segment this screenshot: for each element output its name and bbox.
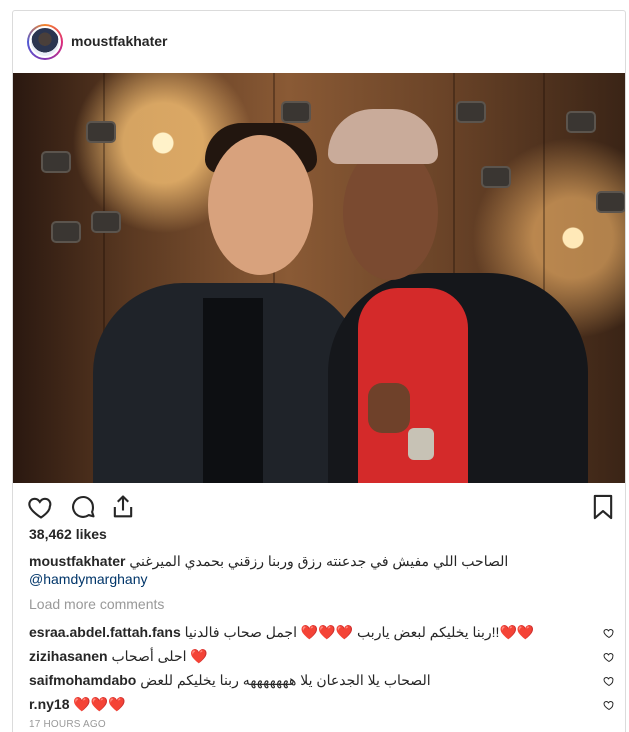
comment-like-icon[interactable] <box>603 673 617 687</box>
comment-like-icon[interactable] <box>603 649 617 663</box>
caption-mention[interactable]: @hamdymarghany <box>29 571 148 587</box>
comment-username[interactable]: zizihasanen <box>29 648 108 664</box>
likes-count[interactable]: 38,462 likes <box>29 526 107 542</box>
comment-row: esraa.abdel.fattah.fans ربنا يخليكم لبعض… <box>29 623 619 643</box>
comment-username[interactable]: saifmohamdabo <box>29 672 136 688</box>
post-photo[interactable] <box>13 73 625 483</box>
post-card: moustfakhater 38,462 likes moustfakhater… <box>12 10 626 732</box>
comment-text: ربنا يخليكم لبعض ياربب ❤️❤️❤️ اجمل صحاب … <box>184 624 535 640</box>
comment-username[interactable]: esraa.abdel.fattah.fans <box>29 624 181 640</box>
comment-username[interactable]: r.ny18 <box>29 696 69 712</box>
post-caption: moustfakhater الصاحب اللي مفيش في جدعنته… <box>29 552 609 588</box>
post-header: moustfakhater <box>13 11 625 74</box>
profile-picture <box>29 26 61 58</box>
caption-text: الصاحب اللي مفيش في جدعنته رزق وربنا رزق… <box>129 553 509 569</box>
comment-text: احلى أصحاب ❤️ <box>111 648 208 664</box>
share-icon[interactable] <box>109 493 137 521</box>
comment-bubble-icon[interactable] <box>69 493 97 521</box>
comment-like-icon[interactable] <box>603 625 617 639</box>
heart-icon[interactable] <box>27 493 55 521</box>
comment-row: saifmohamdabo الصحاب يلا الجدعان يلا ههه… <box>29 671 619 691</box>
comment-text: الصحاب يلا الجدعان يلا هههههههه ربنا يخل… <box>140 672 431 688</box>
comment-row: r.ny18 ❤️❤️❤️ <box>29 695 619 715</box>
action-bar <box>13 483 625 531</box>
bookmark-icon[interactable] <box>589 493 617 521</box>
comment-row: zizihasanen احلى أصحاب ❤️ <box>29 647 619 667</box>
post-username[interactable]: moustfakhater <box>71 33 167 49</box>
post-timestamp[interactable]: 17 HOURS AGO <box>29 719 106 730</box>
avatar[interactable] <box>27 24 63 60</box>
load-more-comments[interactable]: Load more comments <box>29 596 164 612</box>
caption-username[interactable]: moustfakhater <box>29 553 125 569</box>
comment-text: ❤️❤️❤️ <box>73 696 126 712</box>
comment-like-icon[interactable] <box>603 697 617 711</box>
